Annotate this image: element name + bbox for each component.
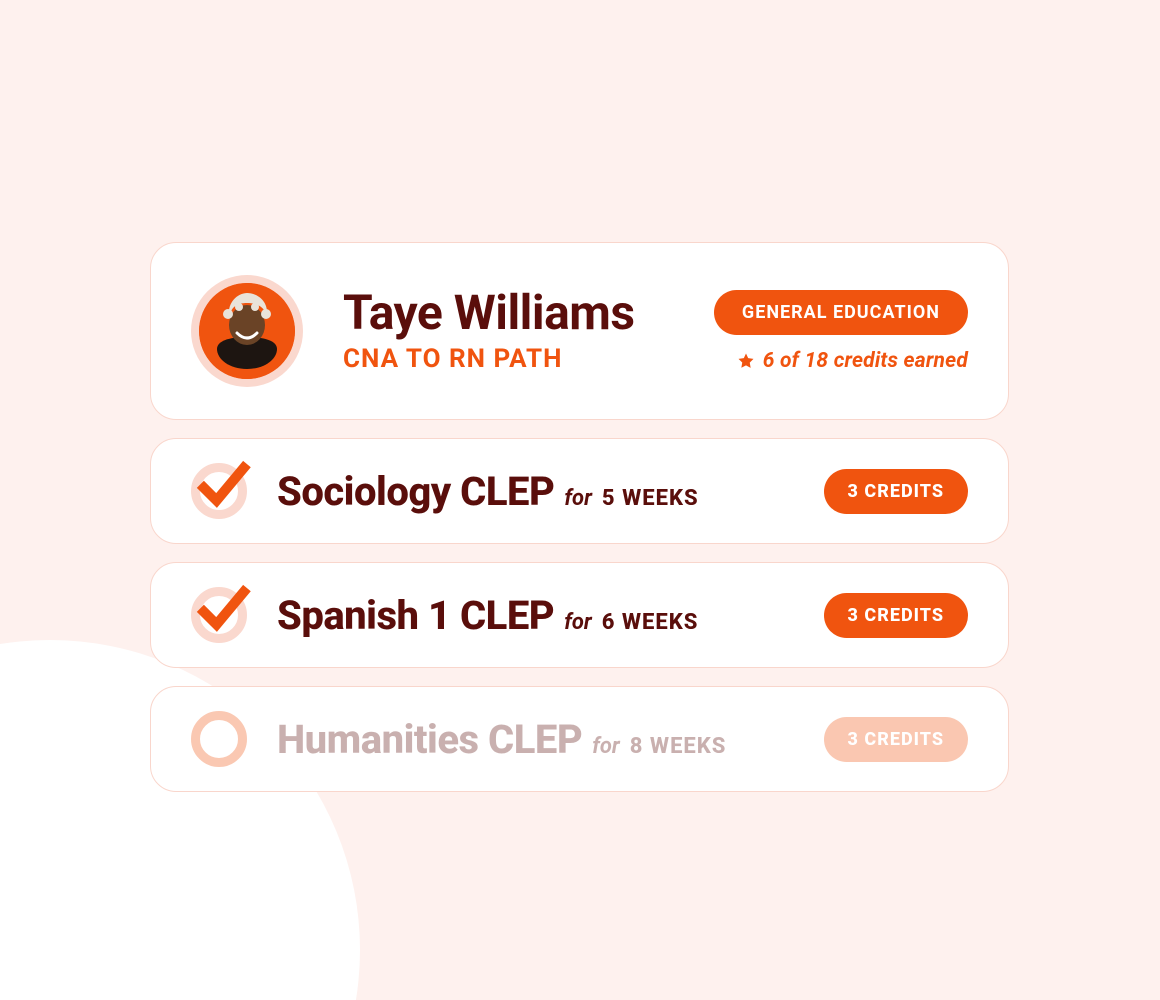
category-pill[interactable]: GENERAL EDUCATION (714, 290, 968, 335)
course-title: Sociology CLEP (277, 468, 554, 515)
credits-pill[interactable]: 3 CREDITS (824, 717, 968, 762)
learning-path: CNA TO RN PATH (343, 344, 714, 374)
profile-card: Taye Williams CNA TO RN PATH GENERAL EDU… (150, 242, 1009, 420)
course-card[interactable]: Sociology CLEP for 5 WEEKS 3 CREDITS (150, 438, 1009, 544)
student-name: Taye Williams (343, 288, 714, 338)
status-complete-icon (191, 587, 247, 643)
course-title: Humanities CLEP (277, 716, 582, 763)
for-word: for (564, 486, 592, 511)
course-card[interactable]: Humanities CLEP for 8 WEEKS 3 CREDITS (150, 686, 1009, 792)
course-duration: 8 WEEKS (630, 734, 727, 759)
avatar-portrait-icon (199, 283, 295, 379)
course-duration: 6 WEEKS (602, 610, 699, 635)
course-card[interactable]: Spanish 1 CLEP for 6 WEEKS 3 CREDITS (150, 562, 1009, 668)
canvas: Taye Williams CNA TO RN PATH GENERAL EDU… (0, 0, 1160, 1000)
profile-right: GENERAL EDUCATION 6 of 18 credits earned (714, 290, 968, 373)
credits-earned: 6 of 18 credits earned (737, 349, 968, 373)
course-text: Spanish 1 CLEP for 6 WEEKS (277, 592, 824, 639)
course-text: Humanities CLEP for 8 WEEKS (277, 716, 824, 763)
credits-pill[interactable]: 3 CREDITS (824, 593, 968, 638)
course-text: Sociology CLEP for 5 WEEKS (277, 468, 824, 515)
for-word: for (564, 610, 592, 635)
identity-block: Taye Williams CNA TO RN PATH (343, 288, 714, 374)
for-word: for (592, 734, 620, 759)
credits-earned-text: 6 of 18 credits earned (763, 349, 968, 373)
course-title: Spanish 1 CLEP (277, 592, 554, 639)
star-icon (737, 352, 755, 370)
check-icon (193, 581, 251, 639)
avatar (199, 283, 295, 379)
status-incomplete-icon (191, 711, 247, 767)
credits-pill[interactable]: 3 CREDITS (824, 469, 968, 514)
avatar-ring (191, 275, 303, 387)
status-complete-icon (191, 463, 247, 519)
course-duration: 5 WEEKS (602, 486, 699, 511)
check-icon (193, 457, 251, 515)
card-stack: Taye Williams CNA TO RN PATH GENERAL EDU… (150, 242, 1009, 810)
